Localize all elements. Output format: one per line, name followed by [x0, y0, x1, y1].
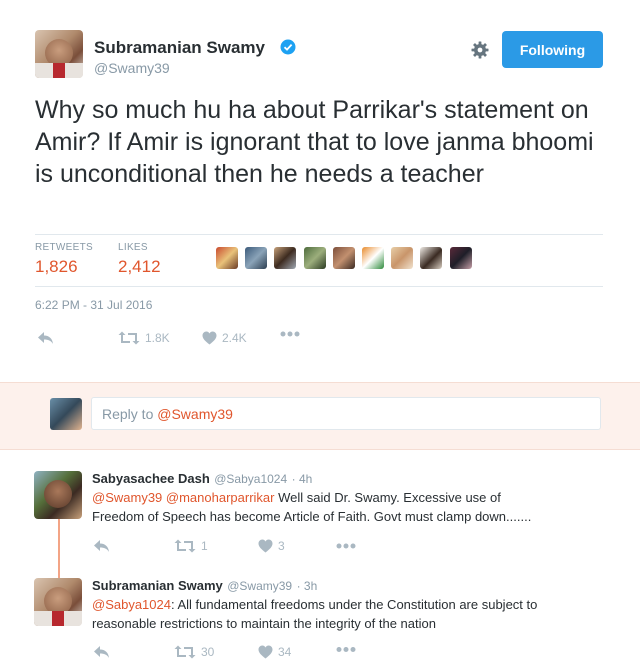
like-count: 2.4K: [222, 331, 247, 345]
reply-text-line1: Well said Dr. Swamy. Excessive use of: [274, 490, 501, 505]
reply-text: @Sabya1024: All fundamental freedoms und…: [92, 595, 612, 633]
reply-text-line1: : All fundamental freedoms under the Con…: [170, 597, 538, 612]
liker-avatar[interactable]: [333, 247, 355, 269]
tweet-timestamp[interactable]: 6:22 PM - 31 Jul 2016: [35, 298, 152, 312]
like-button[interactable]: 2.4K: [202, 331, 247, 345]
liker-avatar[interactable]: [391, 247, 413, 269]
retweet-button[interactable]: 30: [174, 645, 214, 659]
retweet-count: 30: [201, 645, 215, 659]
reply-placeholder-prefix: Reply to: [102, 406, 158, 422]
reply-author-handle[interactable]: @Swamy39: [227, 579, 292, 593]
retweet-icon: [118, 331, 140, 345]
verified-badge-icon: [280, 39, 296, 55]
like-button[interactable]: 3: [258, 539, 285, 553]
tweet-text: Why so much hu ha about Parrikar's state…: [35, 96, 594, 188]
liker-avatar[interactable]: [420, 247, 442, 269]
like-count: 3: [278, 539, 285, 553]
author-handle[interactable]: @Swamy39: [94, 60, 170, 76]
reply-author-handle[interactable]: @Sabya1024: [214, 472, 287, 486]
thread-connector: [58, 519, 60, 581]
more-button[interactable]: [336, 647, 356, 652]
gear-icon[interactable]: [470, 40, 490, 60]
reply-author-avatar[interactable]: [34, 578, 82, 626]
reply-mention[interactable]: @Sabya1024: [92, 597, 171, 612]
reply-icon: [94, 540, 109, 552]
retweet-button[interactable]: 1: [174, 539, 208, 553]
reply-icon: [94, 646, 109, 658]
liker-avatar[interactable]: [245, 247, 267, 269]
heart-icon: [258, 539, 273, 553]
more-icon: [336, 543, 356, 549]
liker-avatar[interactable]: [274, 247, 296, 269]
liker-avatar[interactable]: [216, 247, 238, 269]
retweets-label: RETWEETS: [35, 242, 93, 253]
retweet-count: 1: [201, 539, 208, 553]
reply-icon: [38, 332, 53, 344]
retweet-count: 1.8K: [145, 331, 170, 345]
more-button[interactable]: [280, 331, 300, 337]
liker-avatar[interactable]: [450, 247, 472, 269]
more-icon: [280, 331, 300, 337]
reply-header: Sabyasachee Dash @Sabya1024 · 4h: [92, 470, 312, 488]
author-name[interactable]: Subramanian Swamy: [94, 38, 265, 58]
reply-time[interactable]: · 4h: [292, 472, 313, 486]
reply-button[interactable]: [37, 331, 54, 345]
current-user-avatar: [50, 398, 82, 430]
more-icon: [336, 647, 356, 652]
liker-avatar[interactable]: [362, 247, 384, 269]
liker-avatar[interactable]: [304, 247, 326, 269]
retweet-icon: [174, 645, 196, 659]
reply-author-name[interactable]: Sabyasachee Dash: [92, 471, 210, 486]
reply-input[interactable]: Reply to @Swamy39: [91, 397, 601, 430]
reply-mention[interactable]: @Swamy39: [92, 490, 162, 505]
reply-author-name[interactable]: Subramanian Swamy: [92, 578, 223, 593]
reply-text: @Swamy39 @manoharparrikar Well said Dr. …: [92, 488, 612, 526]
reply-time[interactable]: · 3h: [297, 579, 318, 593]
reply-mention[interactable]: @manoharparrikar: [166, 490, 275, 505]
following-button[interactable]: Following: [502, 31, 603, 68]
divider: [35, 234, 603, 235]
reply-header: Subramanian Swamy @Swamy39 · 3h: [92, 577, 317, 595]
more-button[interactable]: [336, 543, 356, 549]
reply-text-line2: reasonable restrictions to maintain the …: [92, 616, 436, 631]
heart-icon: [202, 331, 217, 345]
reply-author-avatar[interactable]: [34, 471, 82, 519]
heart-icon: [258, 645, 273, 659]
like-button[interactable]: 34: [258, 645, 291, 659]
like-count: 34: [278, 645, 292, 659]
author-avatar[interactable]: [35, 30, 83, 78]
liker-avatars: [216, 247, 478, 271]
retweet-icon: [174, 539, 196, 553]
reply-button[interactable]: [93, 645, 110, 659]
retweet-button[interactable]: 1.8K: [118, 331, 170, 345]
likes-count[interactable]: 2,412: [118, 257, 161, 277]
reply-text-line2: Freedom of Speech has become Article of …: [92, 509, 532, 524]
divider: [35, 286, 603, 287]
reply-placeholder-mention: @Swamy39: [157, 406, 233, 422]
likes-label: LIKES: [118, 242, 148, 253]
retweets-count[interactable]: 1,826: [35, 257, 78, 277]
reply-button[interactable]: [93, 539, 110, 553]
